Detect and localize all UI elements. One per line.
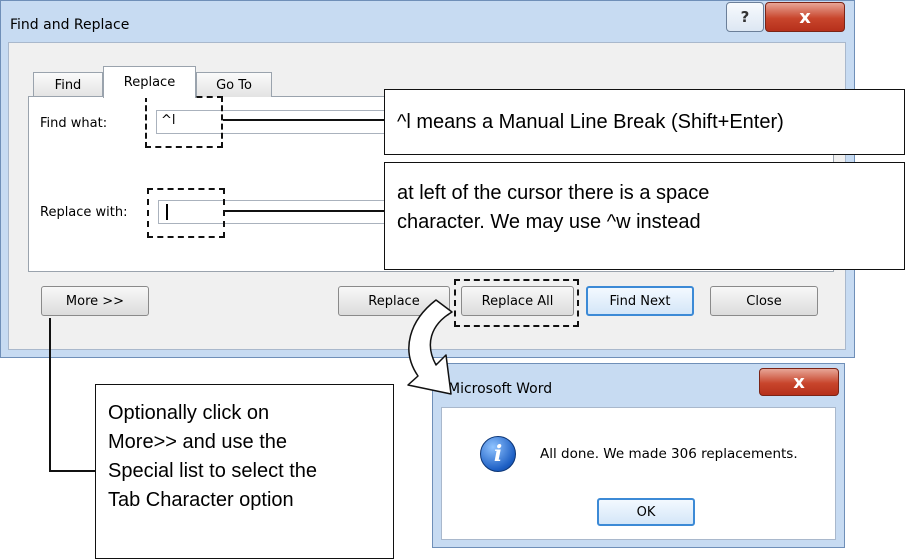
help-button[interactable]: ? [726,2,764,32]
tab-find[interactable]: Find [33,72,103,97]
callout-replace-line: character. We may use ^w instead [397,211,701,233]
callout-more-line: Special list to select the [108,460,317,482]
close-button[interactable]: Close [710,286,818,316]
callout-more-options: Optionally click on More>> and use the S… [95,384,394,559]
callout-find-what: ^l means a Manual Line Break (Shift+Ente… [384,89,905,155]
message-text: All done. We made 306 replacements. [540,446,798,462]
more-button[interactable]: More >> [41,286,149,316]
callout-replace-line: at left of the cursor there is a space [397,182,710,204]
callout-more-line: Optionally click on [108,402,270,424]
tab-go-to[interactable]: Go To [196,72,272,97]
ok-button[interactable]: OK [597,498,695,526]
tab-replace[interactable]: Replace [103,66,196,98]
replace-all-highlight [454,279,579,327]
find-next-button[interactable]: Find Next [586,286,694,316]
replace-button[interactable]: Replace [338,286,450,316]
callout-more-line: Tab Character option [108,489,294,511]
find-field-highlight [145,96,223,148]
callout-more-line: More>> and use the [108,431,288,453]
dialog-title: Find and Replace [10,17,130,33]
message-box-close-button[interactable]: x [759,368,839,396]
callout-replace-with: at left of the cursor there is a space c… [384,162,905,270]
info-icon: i [480,436,516,472]
find-what-label: Find what: [40,116,108,131]
close-window-button[interactable]: x [765,2,845,32]
replace-with-label: Replace with: [40,205,128,220]
message-box-title: Microsoft Word [448,381,553,397]
replace-field-highlight [147,188,225,238]
callout-find-text: ^l means a Manual Line Break (Shift+Ente… [397,110,784,133]
